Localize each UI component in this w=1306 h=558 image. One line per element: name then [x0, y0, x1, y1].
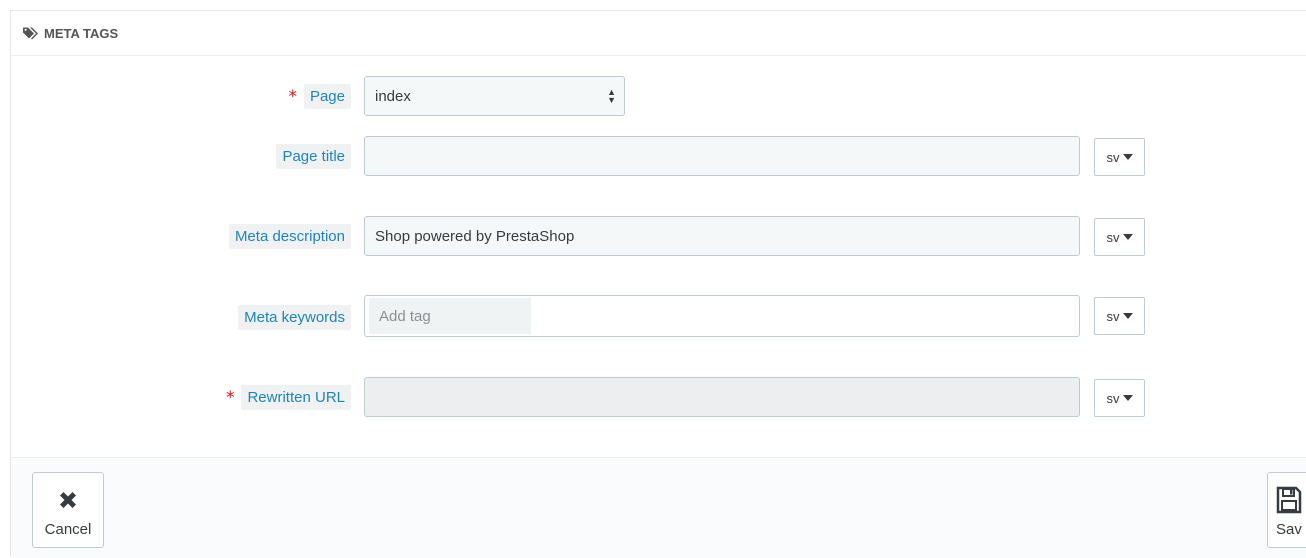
meta-keywords-tag-input[interactable]: Add tag: [364, 295, 1080, 337]
rewritten-url-input[interactable]: [364, 377, 1080, 417]
caret-down-icon: [1122, 234, 1133, 240]
rewritten-url-label-wrap: * Rewritten URL: [226, 377, 351, 417]
caret-down-icon: [1122, 154, 1133, 160]
meta-description-label: Meta description: [228, 223, 351, 249]
rewritten-url-language-button[interactable]: sv: [1094, 379, 1145, 417]
save-label: Sav: [1276, 521, 1302, 538]
meta-description-label-wrap: Meta description: [228, 216, 351, 256]
page-title-language-button[interactable]: sv: [1094, 138, 1145, 176]
required-star: *: [225, 388, 235, 408]
meta-description-row: Meta description Shop powered by PrestaS…: [11, 216, 1306, 256]
meta-description-value: Shop powered by PrestaShop: [375, 227, 575, 245]
meta-keywords-row: Meta keywords Add tag sv: [11, 295, 1306, 337]
meta-keywords-label: Meta keywords: [238, 304, 351, 330]
meta-description-input[interactable]: Shop powered by PrestaShop: [364, 216, 1080, 256]
panel-footer: Cancel Sav: [11, 457, 1306, 558]
required-star: *: [288, 87, 297, 107]
page-row: * Page index ▲ ▼: [11, 76, 1306, 116]
page-title-label-wrap: Page title: [276, 136, 351, 176]
save-button[interactable]: Sav: [1267, 472, 1306, 548]
caret-down-icon: [1122, 313, 1133, 319]
language-code: sv: [1106, 229, 1120, 245]
select-arrows-icon: ▲ ▼: [607, 87, 616, 105]
rewritten-url-row: * Rewritten URL sv: [11, 377, 1306, 417]
language-code: sv: [1106, 149, 1120, 165]
language-code: sv: [1106, 308, 1120, 324]
meta-keywords-language-button[interactable]: sv: [1094, 297, 1145, 335]
page-label: Page: [303, 83, 351, 109]
page-select-value: index: [375, 87, 411, 105]
tags-icon: [23, 26, 39, 40]
page-title-row: Page title sv: [11, 136, 1306, 176]
close-icon: [56, 485, 80, 515]
page-label-wrap: * Page: [288, 76, 351, 116]
cancel-label: Cancel: [44, 521, 92, 538]
panel-heading: META TAGS: [11, 11, 1306, 56]
page-title-label: Page title: [276, 143, 351, 169]
rewritten-url-label: Rewritten URL: [241, 384, 351, 410]
meta-tags-panel: META TAGS * Page index ▲ ▼ Page title sv …: [10, 10, 1306, 558]
add-tag-input[interactable]: Add tag: [369, 298, 531, 334]
page-title-input[interactable]: [364, 136, 1080, 176]
meta-keywords-label-wrap: Meta keywords: [238, 297, 351, 337]
page-select[interactable]: index ▲ ▼: [364, 76, 625, 116]
language-code: sv: [1106, 390, 1120, 406]
cancel-button[interactable]: Cancel: [32, 472, 104, 548]
panel-title: META TAGS: [44, 25, 119, 41]
caret-down-icon: [1122, 395, 1133, 401]
meta-description-language-button[interactable]: sv: [1094, 218, 1145, 256]
save-icon: [1276, 485, 1302, 515]
